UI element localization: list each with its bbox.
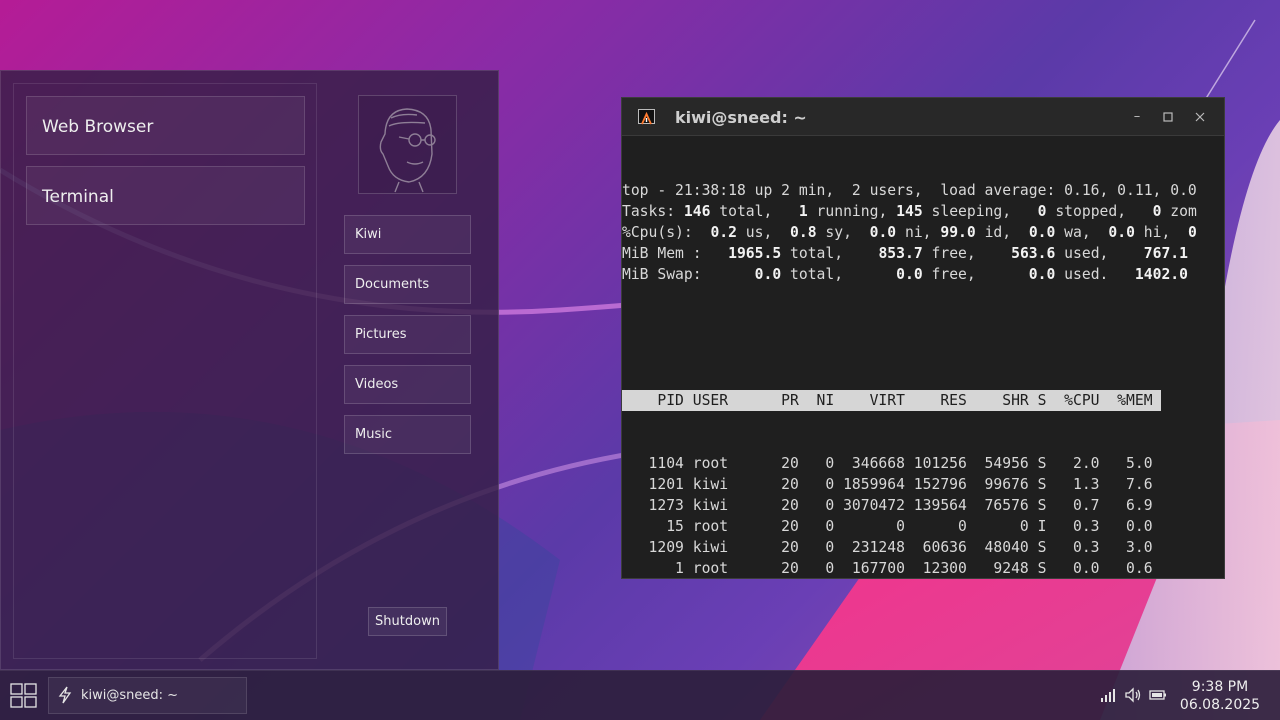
summary-segment: 1402.0 (1134, 266, 1188, 283)
summary-segment: used, (1055, 245, 1144, 262)
summary-segment: 0.0 (1028, 266, 1056, 283)
summary-segment: ni, (896, 224, 941, 241)
process-row: 1104 root 20 0 346668 101256 54956 S 2.0… (622, 455, 1153, 472)
app-grid-icon[interactable] (10, 683, 38, 709)
summary-segment: free, (922, 245, 1012, 262)
shutdown-label: Shutdown (375, 614, 440, 629)
summary-segment: hi, (1134, 224, 1188, 241)
place-item-kiwi[interactable]: Kiwi (344, 215, 471, 254)
place-item-label: Documents (355, 277, 430, 292)
summary-segment: running, (807, 203, 897, 220)
window-title: kiwi@sneed: ~ (675, 108, 807, 127)
process-row: 1 root 20 0 167700 12300 9248 S 0.0 0.6 (622, 560, 1153, 577)
process-table: 1104 root 20 0 346668 101256 54956 S 2.0… (622, 453, 1224, 578)
shutdown-button[interactable]: Shutdown (368, 607, 447, 636)
minimize-icon[interactable]: – (1127, 107, 1147, 127)
process-row: 1273 kiwi 20 0 3070472 139564 76576 S 0.… (622, 497, 1153, 514)
summary-segment: 0.2 (710, 224, 737, 241)
summary-segment: zom (1161, 203, 1197, 220)
taskbar-item-terminal[interactable]: kiwi@sneed: ~ (48, 677, 247, 714)
app-list-panel: Web Browser Terminal (13, 83, 317, 659)
clock-date: 06.08.2025 (1179, 697, 1261, 713)
window-titlebar[interactable]: kiwi@sneed: ~ – (622, 98, 1224, 136)
top-summary-line: MiB Swap: 0.0 total, 0.0 free, 0.0 used.… (622, 264, 1224, 285)
terminal-app-icon (638, 109, 655, 125)
process-table-header: PID USER PR NI VIRT RES SHR S %CPU %MEM (622, 390, 1162, 411)
summary-segment: sleeping, (922, 203, 1038, 220)
summary-segment: used. (1055, 266, 1135, 283)
summary-segment: 0.0 (869, 224, 897, 241)
summary-segment: MiB Swap: (622, 266, 755, 283)
summary-segment: 0.0 (754, 266, 782, 283)
summary-segment: 0.0 (1028, 224, 1056, 241)
terminal-window[interactable]: kiwi@sneed: ~ – top - 21:38:18 up 2 min,… (621, 97, 1225, 579)
avatar[interactable] (358, 95, 457, 194)
top-summary: top - 21:38:18 up 2 min, 2 users, load a… (622, 180, 1224, 285)
top-summary-line: Tasks: 146 total, 1 running, 145 sleepin… (622, 201, 1224, 222)
summary-segment: %Cpu(s): (622, 224, 711, 241)
summary-segment: 99.0 (940, 224, 976, 241)
summary-segment: 0.0 (896, 266, 923, 283)
lightning-icon (58, 686, 72, 708)
summary-segment: wa, (1055, 224, 1109, 241)
summary-segment: free, (922, 266, 1029, 283)
place-item-label: Kiwi (355, 227, 382, 242)
app-item-label: Terminal (42, 187, 114, 207)
summary-segment: us, (736, 224, 791, 241)
summary-segment: total, (781, 245, 879, 262)
process-row: 1201 kiwi 20 0 1859964 152796 99676 S 1.… (622, 476, 1153, 493)
battery-icon[interactable] (1149, 687, 1167, 707)
summary-segment: stopped, (1046, 203, 1153, 220)
summary-segment: MiB Mem : (622, 245, 729, 262)
summary-segment: 0.0 (1108, 224, 1135, 241)
summary-segment: 0 (1188, 224, 1197, 241)
place-item-documents[interactable]: Documents (344, 265, 471, 304)
summary-segment: 0 (1037, 203, 1047, 220)
taskbar: kiwi@sneed: ~ 9:38 PM 06.08.2025 (0, 670, 1280, 720)
summary-segment: sy, (816, 224, 870, 241)
place-item-label: Pictures (355, 327, 407, 342)
process-row: 1209 kiwi 20 0 231248 60636 48040 S 0.3 … (622, 539, 1153, 556)
terminal-output[interactable]: top - 21:38:18 up 2 min, 2 users, load a… (622, 138, 1224, 578)
place-item-pictures[interactable]: Pictures (344, 315, 471, 354)
maximize-icon[interactable] (1158, 107, 1178, 127)
summary-segment: total, (710, 203, 799, 220)
app-item-label: Web Browser (42, 117, 154, 137)
close-icon[interactable] (1190, 107, 1210, 127)
user-avatar-icon (379, 108, 436, 193)
summary-segment: 0.8 (790, 224, 817, 241)
summary-segment: 853.7 (878, 245, 923, 262)
place-item-label: Videos (355, 377, 399, 392)
summary-segment: 145 (896, 203, 923, 220)
summary-segment: 146 (683, 203, 711, 220)
clock[interactable]: 9:38 PM 06.08.2025 (1170, 678, 1270, 715)
taskbar-item-label: kiwi@sneed: ~ (81, 688, 179, 703)
summary-segment: Tasks: (622, 203, 684, 220)
summary-segment: id, (975, 224, 1029, 241)
summary-segment: 563.6 (1011, 245, 1056, 262)
summary-segment: top - 21:38:18 up 2 min, 2 users, load a… (622, 182, 1197, 199)
summary-segment: 1965.5 (728, 245, 782, 262)
process-row: 15 root 20 0 0 0 0 I 0.3 0.0 (622, 518, 1153, 535)
start-menu: Web Browser Terminal Kiwi Documents Pict… (0, 70, 499, 670)
top-summary-line: top - 21:38:18 up 2 min, 2 users, load a… (622, 180, 1224, 201)
clock-time: 9:38 PM (1191, 679, 1249, 695)
summary-segment: 1 (798, 203, 808, 220)
place-item-label: Music (355, 427, 392, 442)
place-item-videos[interactable]: Videos (344, 365, 471, 404)
top-summary-line: MiB Mem : 1965.5 total, 853.7 free, 563.… (622, 243, 1224, 264)
summary-segment: 767.1 (1143, 245, 1188, 262)
app-item-terminal[interactable]: Terminal (26, 166, 305, 225)
process-table-header-row: PID USER PR NI VIRT RES SHR S %CPU %MEM (622, 390, 1224, 411)
top-summary-line: %Cpu(s): 0.2 us, 0.8 sy, 0.0 ni, 99.0 id… (622, 222, 1224, 243)
summary-segment: total, (781, 266, 897, 283)
signal-icon[interactable] (1100, 687, 1116, 707)
volume-icon[interactable] (1124, 687, 1142, 707)
place-item-music[interactable]: Music (344, 415, 471, 454)
app-item-web-browser[interactable]: Web Browser (26, 96, 305, 155)
